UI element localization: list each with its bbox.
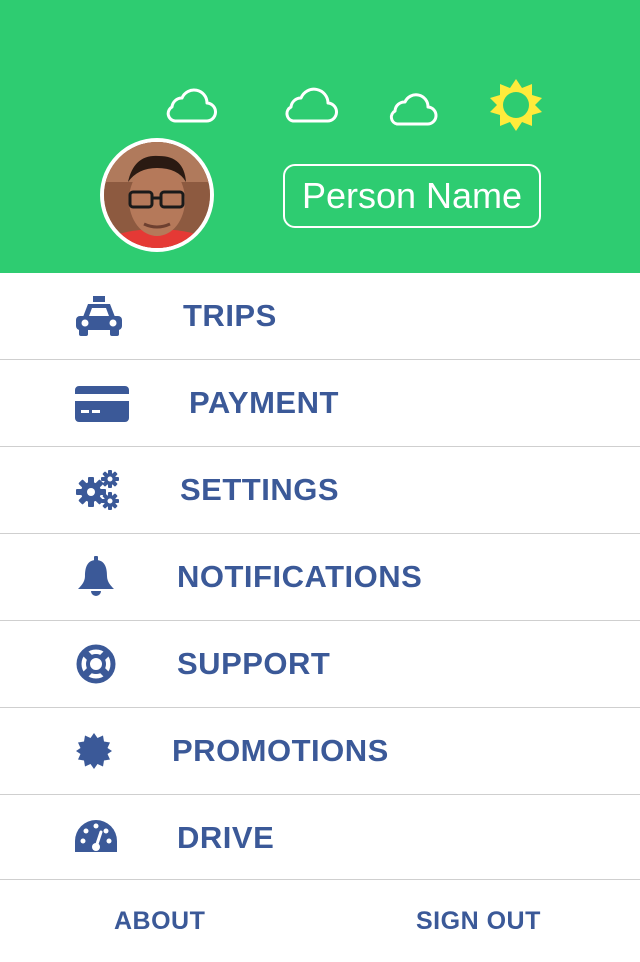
menu-item-notifications[interactable]: NOTIFICATIONS xyxy=(0,534,640,621)
menu-item-promotions[interactable]: PROMOTIONS xyxy=(0,708,640,795)
gears-icon xyxy=(76,470,119,510)
cloud-icon xyxy=(166,88,217,123)
bell-icon xyxy=(78,556,114,596)
person-photo-icon xyxy=(104,142,210,248)
menu-item-settings[interactable]: SETTINGS xyxy=(0,447,640,534)
menu-item-drive[interactable]: DRIVE xyxy=(0,795,640,882)
menu-item-label: SETTINGS xyxy=(180,472,340,507)
life-ring-icon xyxy=(76,644,116,684)
avatar[interactable] xyxy=(100,138,214,252)
taxi-icon xyxy=(76,296,122,336)
profile-name[interactable]: Person Name xyxy=(283,164,541,228)
menu-item-label: SUPPORT xyxy=(177,646,331,681)
cloud-icon xyxy=(285,87,338,123)
menu-item-support[interactable]: SUPPORT xyxy=(0,621,640,708)
about-link[interactable]: ABOUT xyxy=(114,880,205,962)
menu-item-label: PAYMENT xyxy=(189,385,339,420)
sign-out-link[interactable]: SIGN OUT xyxy=(416,880,541,962)
menu-item-label: NOTIFICATIONS xyxy=(177,559,423,594)
footer: ABOUT SIGN OUT xyxy=(0,879,640,961)
menu-item-payment[interactable]: PAYMENT xyxy=(0,360,640,447)
credit-card-icon xyxy=(75,386,129,422)
navigation-menu: TRIPS PAYMENT SETTINGS NOTIFICATIONS SUP… xyxy=(0,273,640,882)
badge-icon xyxy=(76,733,112,769)
menu-item-label: DRIVE xyxy=(177,820,275,855)
avatar-photo xyxy=(104,142,210,248)
cloud-icon xyxy=(389,93,438,126)
profile-header: Person Name xyxy=(0,0,640,273)
sun-icon xyxy=(490,79,542,131)
menu-item-trips[interactable]: TRIPS xyxy=(0,273,640,360)
menu-item-label: TRIPS xyxy=(183,298,277,333)
weather-strip xyxy=(0,70,640,140)
menu-item-label: PROMOTIONS xyxy=(172,733,389,768)
dashboard-icon xyxy=(75,820,117,852)
